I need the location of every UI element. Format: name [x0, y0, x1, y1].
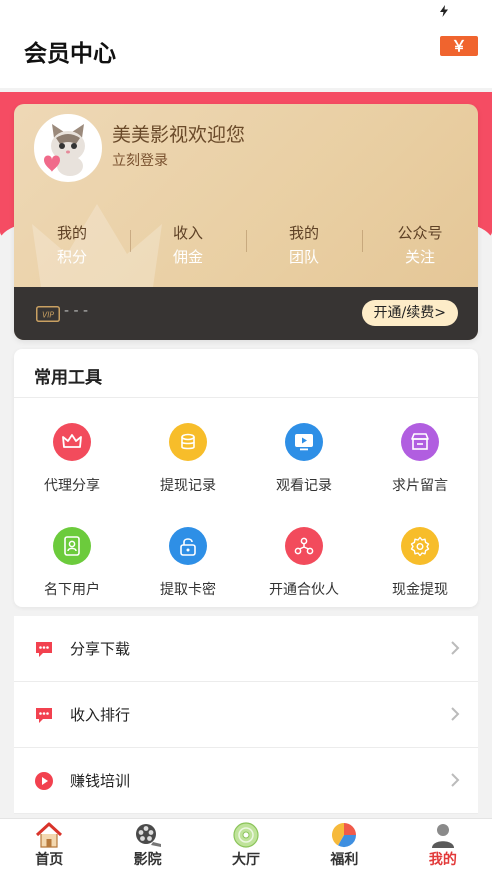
tab-welfare[interactable]: 福利	[295, 819, 393, 876]
crown-icon	[53, 423, 91, 461]
menu-item-share-download[interactable]: 分享下载	[14, 616, 478, 682]
stat-value: 积分	[56, 248, 87, 266]
chat-dots-icon	[36, 708, 52, 723]
stat-commission[interactable]: 收入 佣金	[130, 222, 246, 278]
tab-cinema[interactable]: 影院	[98, 819, 196, 876]
pie-chart-icon	[332, 823, 357, 848]
menu-list: 分享下载 收入排行 赚钱培训	[14, 616, 478, 814]
tools-card: 常用工具 代理分享 提现记录 观看记录 求片留言 名下用户 提取卡密 开通合伙人…	[14, 349, 478, 607]
stat-value: 团队	[288, 248, 319, 266]
tab-label: 大厅	[232, 852, 261, 868]
tool-withdraw-records[interactable]: 提现记录	[130, 423, 246, 527]
play-screen-icon	[285, 423, 323, 461]
stat-team[interactable]: 我的 团队	[246, 222, 362, 278]
vip-badge-icon: VIP	[36, 306, 60, 322]
coins-icon	[169, 423, 207, 461]
tool-request-movie[interactable]: 求片留言	[362, 423, 478, 527]
tool-grid: 代理分享 提现记录 观看记录 求片留言 名下用户 提取卡密 开通合伙人 现金提现	[14, 423, 478, 631]
renew-button[interactable]: 开通/续费>	[361, 300, 458, 326]
menu-label: 分享下载	[70, 640, 131, 658]
tab-home[interactable]: 首页	[0, 819, 98, 876]
stat-follow[interactable]: 公众号 关注	[362, 222, 478, 278]
menu-item-earning-training[interactable]: 赚钱培训	[14, 748, 478, 814]
stat-label: 我的	[56, 224, 87, 242]
tab-hall[interactable]: 大厅	[197, 819, 295, 876]
tab-label: 福利	[330, 852, 359, 868]
welcome-text: 美美影视欢迎您	[112, 124, 246, 146]
tab-label: 首页	[35, 852, 64, 868]
film-reel-icon	[135, 824, 161, 847]
chevron-right-icon	[451, 641, 460, 655]
status-bar	[0, 0, 492, 22]
vip-bar: VIP - - - 开通/续费>	[14, 287, 478, 340]
tool-label: 观看记录	[276, 478, 332, 494]
tab-label: 影院	[133, 852, 162, 868]
tab-bar: 首页 影院 大厅 福利 我的	[0, 818, 492, 876]
network-icon	[285, 527, 323, 565]
menu-item-income-ranking[interactable]: 收入排行	[14, 682, 478, 748]
tab-mine[interactable]: 我的	[394, 819, 492, 876]
vip-status: - - -	[64, 303, 89, 319]
tool-label: 提现记录	[160, 478, 216, 494]
chevron-right-icon	[451, 773, 460, 787]
stat-label: 我的	[288, 224, 319, 242]
play-circle-icon	[35, 772, 53, 790]
stat-label: 公众号	[397, 224, 443, 242]
divider	[14, 397, 478, 398]
tool-watch-history[interactable]: 观看记录	[246, 423, 362, 527]
header: 会员中心 ￥	[0, 22, 492, 88]
disc-icon	[233, 822, 259, 848]
tool-label: 开通合伙人	[269, 582, 339, 598]
menu-label: 赚钱培训	[70, 772, 131, 790]
page-title: 会员中心	[24, 41, 116, 67]
charging-bolt-icon	[440, 5, 448, 17]
stat-value: 佣金	[172, 248, 203, 266]
wallet-button[interactable]: ￥	[440, 36, 478, 56]
lock-icon	[169, 527, 207, 565]
cat-avatar-icon	[36, 116, 100, 180]
chat-dots-icon	[36, 642, 52, 657]
user-card-icon	[53, 527, 91, 565]
login-link[interactable]: 立刻登录	[112, 150, 168, 170]
tool-agent-share[interactable]: 代理分享	[14, 423, 130, 527]
stat-label: 收入	[172, 224, 203, 242]
menu-label: 收入排行	[70, 706, 131, 724]
stat-points[interactable]: 我的 积分	[14, 222, 130, 278]
gear-icon	[401, 527, 439, 565]
stats-row: 我的 积分 收入 佣金 我的 团队 公众号 关注	[14, 222, 478, 278]
user-icon	[431, 824, 454, 848]
member-card: 美美影视欢迎您 立刻登录 我的 积分 收入 佣金 我的 团队 公众号 关注 VI…	[14, 104, 478, 340]
stat-value: 关注	[404, 248, 435, 266]
tool-label: 求片留言	[392, 478, 448, 494]
tab-label: 我的	[428, 852, 457, 868]
tool-label: 代理分享	[44, 478, 100, 494]
home-icon	[36, 822, 63, 848]
tool-label: 现金提现	[392, 582, 448, 598]
svg-text:VIP: VIP	[42, 311, 54, 320]
avatar[interactable]	[34, 114, 102, 182]
tool-label: 名下用户	[44, 582, 100, 598]
chevron-right-icon	[451, 707, 460, 721]
tools-title: 常用工具	[34, 368, 102, 388]
tool-label: 提取卡密	[160, 582, 216, 598]
store-icon	[401, 423, 439, 461]
